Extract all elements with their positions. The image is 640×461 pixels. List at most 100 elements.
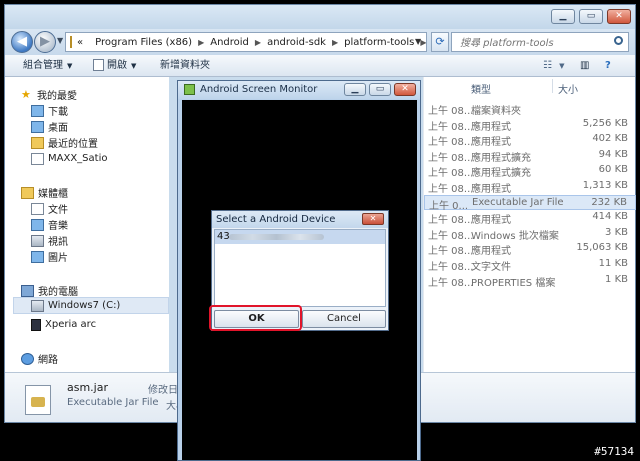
file-date: 上午 08... — [428, 246, 474, 258]
file-size: 15,063 KB — [576, 242, 628, 254]
nav-item-downloads[interactable]: 下載 — [31, 103, 68, 118]
breadcrumb-item[interactable]: Android — [210, 37, 249, 48]
android-app-icon — [184, 84, 195, 95]
nav-item-documents[interactable]: 文件 — [31, 201, 68, 216]
file-date: 上午 08... — [428, 121, 474, 133]
file-row[interactable]: 上午 08... 應用程式 15,063 KB — [424, 241, 636, 258]
file-row[interactable]: 上午 08... 應用程式擴充 60 KB — [424, 163, 636, 179]
explorer-caption-bar[interactable]: ▁ ▭ ✕ — [5, 5, 635, 29]
library-icon — [21, 186, 34, 199]
dialog-close-icon[interactable]: ✕ — [362, 213, 384, 225]
asm-close-button[interactable]: ✕ — [394, 83, 416, 96]
open-button[interactable]: 開啟 ▼ — [93, 58, 136, 74]
file-type: Windows 批次檔案 — [471, 230, 559, 242]
command-toolbar: 組合管理 ▼ 開啟 ▼ 新增資料夾 ☷ ▼ ▥ ? — [5, 55, 635, 77]
drive-icon — [31, 299, 44, 312]
breadcrumb-item[interactable]: Program Files (x86) — [95, 37, 192, 48]
file-row[interactable]: 上午 08... 應用程式 414 KB — [424, 210, 636, 227]
organize-label: 組合管理 — [23, 60, 63, 71]
maximize-button[interactable]: ▭ — [579, 9, 603, 24]
file-size: 402 KB — [592, 133, 628, 145]
address-dropdown-icon[interactable]: ▼ — [415, 37, 421, 46]
chevron-down-icon: ▼ — [67, 62, 73, 70]
nav-favorites[interactable]: ★ 我的最愛 — [21, 87, 77, 102]
breadcrumb-lead[interactable]: « — [77, 37, 83, 48]
cancel-button[interactable]: Cancel — [302, 310, 386, 328]
refresh-icon[interactable]: ⟳ — [431, 32, 449, 52]
nav-item-videos[interactable]: 視訊 — [31, 233, 68, 248]
file-date: 上午 08... — [428, 215, 474, 227]
file-size: 414 KB — [592, 211, 628, 223]
file-size: 3 KB — [605, 226, 628, 238]
new-folder-button[interactable]: 新增資料夾 — [160, 58, 210, 74]
phone-icon — [31, 318, 41, 331]
file-type: 應用程式擴充 — [471, 152, 531, 164]
file-size: 1 KB — [605, 273, 628, 285]
column-header-size[interactable]: 大小 — [558, 81, 578, 96]
file-row[interactable]: 上午 08... 檔案資料夾 — [424, 101, 636, 117]
file-type: Executable Jar File — [472, 196, 564, 208]
search-box[interactable] — [451, 32, 629, 52]
folder-icon — [70, 36, 72, 48]
asm-window-title: Android Screen Monitor — [200, 84, 318, 95]
asm-minimize-button[interactable]: ▁ — [344, 83, 366, 96]
music-icon — [31, 218, 44, 231]
chevron-right-icon[interactable]: ▶ — [198, 38, 204, 47]
nav-item-xperia[interactable]: Xperia arc — [31, 317, 96, 332]
file-date: 上午 08... — [428, 152, 474, 164]
chevron-right-icon[interactable]: ▶ — [255, 38, 261, 47]
organize-button[interactable]: 組合管理 ▼ — [23, 58, 72, 74]
nav-network[interactable]: 網路 — [21, 351, 58, 366]
nav-item-pictures[interactable]: 圖片 — [31, 249, 68, 264]
column-header-type[interactable]: 類型 — [471, 81, 491, 96]
file-row[interactable]: 上午 08... 應用程式 402 KB — [424, 132, 636, 149]
device-list[interactable]: 43 — [214, 229, 386, 307]
file-date: 上午 08... — [428, 230, 474, 242]
nav-libraries[interactable]: 媒體櫃 — [21, 185, 68, 200]
back-button[interactable]: ◀ — [11, 31, 33, 53]
nav-computer[interactable]: 我的電腦 — [21, 283, 78, 298]
documents-icon — [31, 202, 44, 215]
network-icon — [21, 352, 34, 365]
video-icon — [31, 234, 44, 247]
nav-item-c-drive[interactable]: Windows7 (C:) — [31, 298, 120, 313]
asm-maximize-button[interactable]: ▭ — [369, 83, 391, 96]
nav-item-music[interactable]: 音樂 — [31, 217, 68, 232]
file-row[interactable]: 上午 08... PROPERTIES 檔案 1 KB — [424, 273, 636, 289]
preview-pane-icon[interactable]: ▥ — [580, 58, 589, 74]
desktop-icon — [31, 120, 44, 133]
jar-file-icon — [25, 385, 51, 415]
search-icon[interactable] — [614, 36, 623, 45]
file-row[interactable]: 上午 08... 應用程式擴充 94 KB — [424, 148, 636, 164]
chevron-right-icon[interactable]: ▶ — [420, 38, 426, 47]
file-size: 1,313 KB — [582, 180, 628, 191]
nav-item-maxx[interactable]: MAXX_Satio — [31, 151, 107, 166]
dialog-title-bar[interactable]: Select a Android Device ✕ — [212, 211, 388, 228]
chevron-right-icon[interactable]: ▶ — [332, 38, 338, 47]
file-row[interactable]: 上午 08... 文字文件 11 KB — [424, 257, 636, 273]
forward-button[interactable]: ▶ — [34, 31, 56, 53]
open-label: 開啟 — [107, 60, 127, 71]
search-input[interactable] — [458, 34, 612, 52]
file-row[interactable]: 上午 08... 應用程式 5,256 KB — [424, 117, 636, 133]
history-dropdown-icon[interactable]: ▼ — [57, 36, 63, 45]
file-size: 60 KB — [598, 164, 628, 176]
view-options-icon[interactable]: ☷ ▼ — [543, 58, 565, 74]
file-row[interactable]: 上午 08... Windows 批次檔案 3 KB — [424, 226, 636, 242]
chevron-down-icon: ▼ — [131, 62, 137, 70]
help-icon[interactable]: ? — [605, 58, 611, 74]
file-row[interactable]: 上午 0... Executable Jar File 232 KB — [424, 194, 636, 212]
nav-item-desktop[interactable]: 桌面 — [31, 119, 68, 134]
asm-title-bar[interactable]: Android Screen Monitor ▁ ▭ ✕ — [178, 81, 420, 99]
nav-item-recent[interactable]: 最近的位置 — [31, 135, 98, 150]
breadcrumb-item[interactable]: android-sdk — [267, 37, 326, 48]
file-type: 應用程式 — [471, 137, 511, 149]
device-list-item[interactable]: 43 — [215, 230, 385, 244]
minimize-button[interactable]: ▁ — [551, 9, 575, 24]
column-divider[interactable] — [552, 79, 553, 93]
breadcrumb-item[interactable]: platform-tools — [344, 37, 414, 48]
file-row[interactable]: 上午 08... 應用程式 1,313 KB — [424, 179, 636, 195]
file-type: 文字文件 — [471, 262, 511, 273]
address-bar[interactable]: « Program Files (x86) ▶ Android ▶ androi… — [65, 32, 427, 52]
close-button[interactable]: ✕ — [607, 9, 631, 24]
